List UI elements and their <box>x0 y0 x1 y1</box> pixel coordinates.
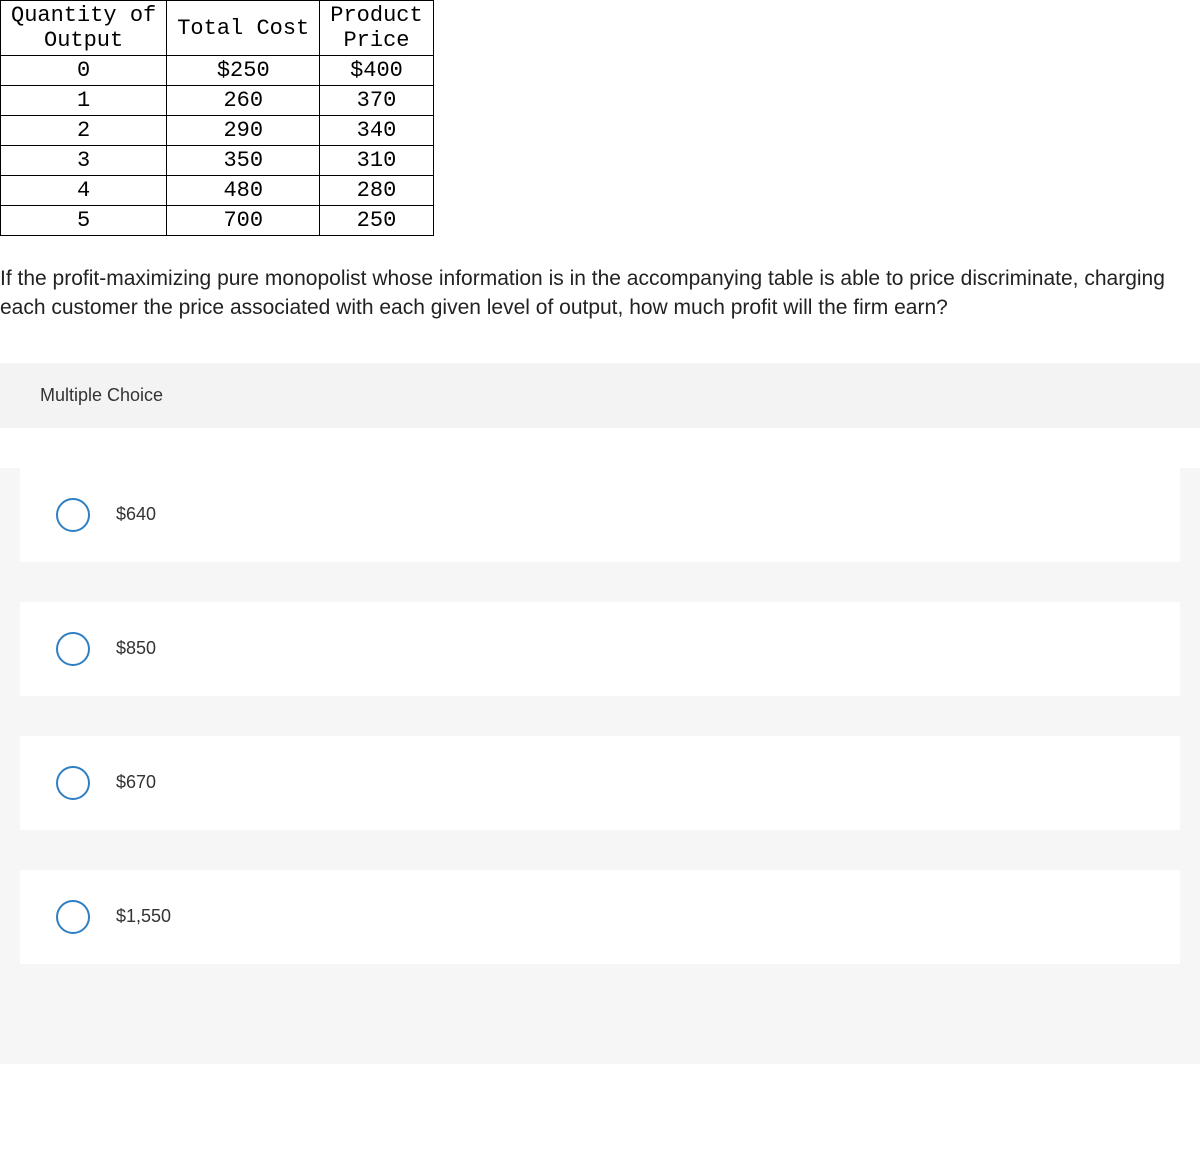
header-line1: Quantity ofOutput <box>11 3 156 53</box>
header-price: ProductPrice <box>320 1 433 56</box>
option-label: $1,550 <box>116 906 171 927</box>
table-row: 4 480 280 <box>1 176 434 206</box>
cell-price: 340 <box>320 116 433 146</box>
multiple-choice-header: Multiple Choice <box>0 363 1200 428</box>
table-row: 3 350 310 <box>1 146 434 176</box>
radio-circle-icon[interactable] <box>56 900 90 934</box>
table-row: 1 260 370 <box>1 86 434 116</box>
cell-price: 250 <box>320 206 433 236</box>
options-area: $640 $850 $670 $1,550 <box>0 468 1200 1064</box>
radio-circle-icon[interactable] <box>56 766 90 800</box>
question-text: If the profit-maximizing pure monopolist… <box>0 264 1200 323</box>
header-quantity: Quantity ofOutput <box>1 1 167 56</box>
cell-cost: 700 <box>167 206 320 236</box>
cell-qty: 2 <box>1 116 167 146</box>
radio-circle-icon[interactable] <box>56 632 90 666</box>
cell-cost: 290 <box>167 116 320 146</box>
cell-qty: 3 <box>1 146 167 176</box>
option-label: $850 <box>116 638 156 659</box>
table-row: 5 700 250 <box>1 206 434 236</box>
cell-cost: $250 <box>167 56 320 86</box>
option-row[interactable]: $850 <box>20 602 1180 696</box>
table-row: 0 $250 $400 <box>1 56 434 86</box>
header-cost: Total Cost <box>167 1 320 56</box>
header-price-text: ProductPrice <box>330 3 422 53</box>
cell-qty: 1 <box>1 86 167 116</box>
cell-price: 370 <box>320 86 433 116</box>
option-label: $640 <box>116 504 156 525</box>
cell-price: 310 <box>320 146 433 176</box>
cell-price: $400 <box>320 56 433 86</box>
cell-qty: 4 <box>1 176 167 206</box>
radio-circle-icon[interactable] <box>56 498 90 532</box>
cell-cost: 480 <box>167 176 320 206</box>
cell-price: 280 <box>320 176 433 206</box>
cell-qty: 0 <box>1 56 167 86</box>
cell-qty: 5 <box>1 206 167 236</box>
option-row[interactable]: $670 <box>20 736 1180 830</box>
cell-cost: 260 <box>167 86 320 116</box>
option-row[interactable]: $1,550 <box>20 870 1180 964</box>
option-row[interactable]: $640 <box>20 468 1180 562</box>
option-label: $670 <box>116 772 156 793</box>
data-table: Quantity ofOutput Total Cost ProductPric… <box>0 0 434 236</box>
cell-cost: 350 <box>167 146 320 176</box>
table-row: 2 290 340 <box>1 116 434 146</box>
